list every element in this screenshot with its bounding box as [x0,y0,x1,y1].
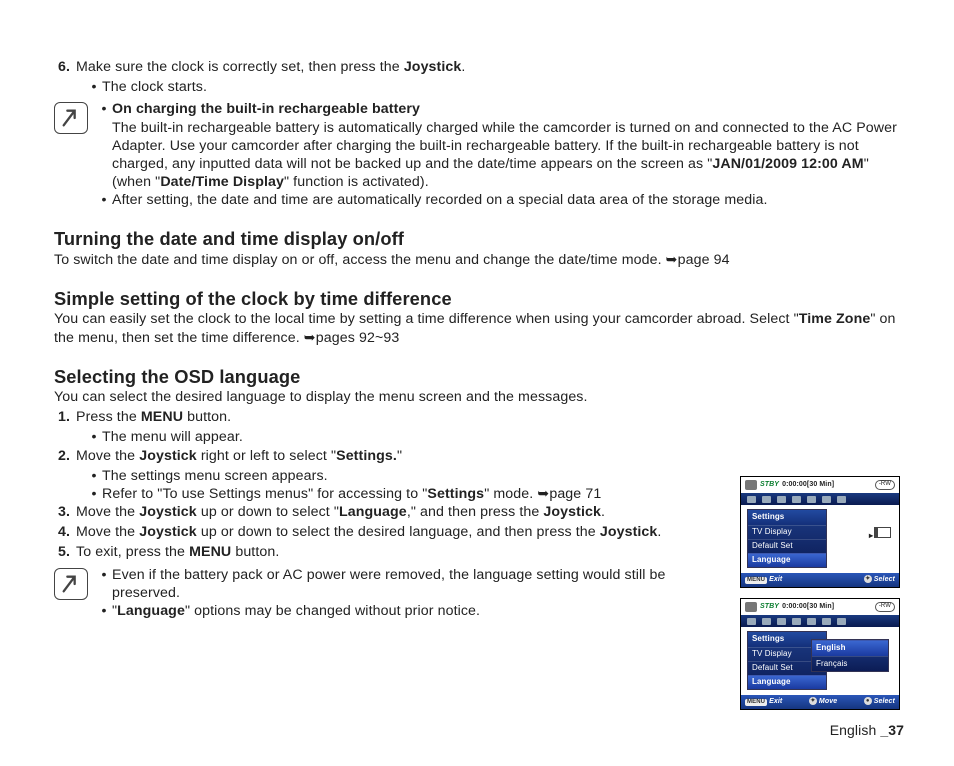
manual-page: 6. Make sure the clock is correctly set,… [0,0,954,766]
screen-language-submenu: STBY 0:00:00[30 Min] -RW Settings TV Dis… [740,598,900,710]
note-battery: • On charging the built-in rechargeable … [54,100,904,209]
settings-menu: Settings TV Display Default Set Language [747,509,827,568]
step-6-bullet: • The clock starts. [54,78,904,96]
osd-step-2: 2. Move the Joystick right or left to se… [54,447,728,465]
heading-osd-language: Selecting the OSD language [54,365,904,388]
note-icon [54,102,88,134]
screen-settings-language: STBY 0:00:00[30 Min] -RW Settings TV Dis… [740,476,900,588]
figures: STBY 0:00:00[30 Min] -RW Settings TV Dis… [740,406,904,720]
heading-time-difference: Simple setting of the clock by time diff… [54,287,904,310]
note-language: •Even if the battery pack or AC power we… [54,566,728,621]
osd-step-5: 5. To exit, press the MENU button. [54,543,728,561]
heading-date-time-display: Turning the date and time display on/off [54,227,904,250]
language-submenu: English Français [811,639,889,671]
osd-step-1: 1. Press the MENU button. [54,408,728,426]
sec3-intro: You can select the desired language to d… [54,388,904,406]
note-icon [54,568,88,600]
step-num: 6. [54,58,76,76]
step-6: 6. Make sure the clock is correctly set,… [54,58,904,76]
camera-icon [745,602,757,612]
sec2-body: You can easily set the clock to the loca… [54,310,904,346]
osd-step-4: 4. Move the Joystick up or down to selec… [54,523,728,541]
osd-step-3: 3. Move the Joystick up or down to selec… [54,503,728,521]
sec1-body: To switch the date and time display on o… [54,251,904,269]
step-text: Make sure the clock is correctly set, th… [76,58,904,76]
camera-icon [745,480,757,490]
language-indicator-icon: ▸ [869,525,893,543]
page-footer: English _37 [830,722,904,740]
